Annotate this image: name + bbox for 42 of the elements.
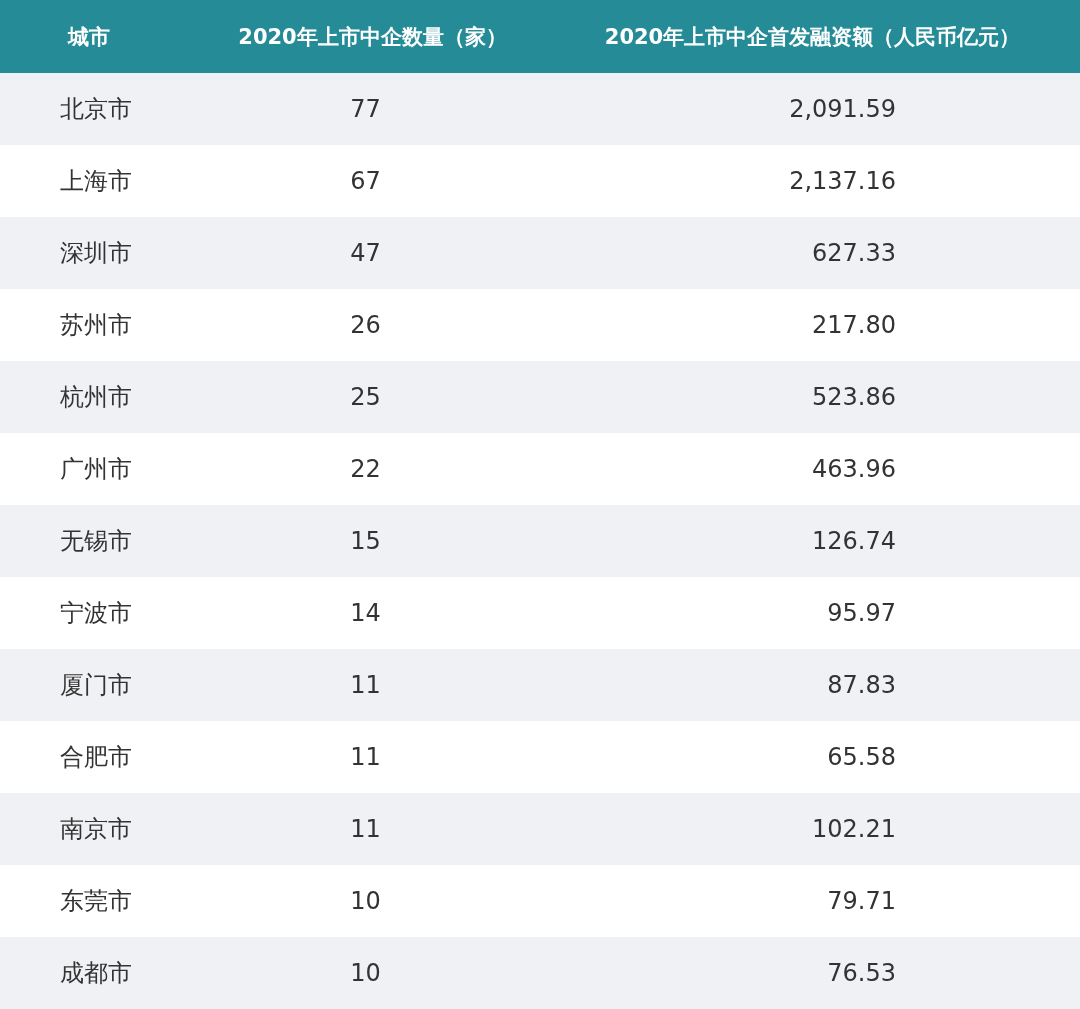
- city-cell-text: 北京市: [59, 94, 133, 125]
- count-cell-text: 14: [349, 599, 382, 627]
- amount-cell-text: 217.80: [811, 311, 897, 339]
- amount-cell-text: 102.21: [811, 815, 897, 843]
- amount-cell-text: 76.53: [826, 959, 897, 987]
- count-cell-text: 47: [349, 239, 382, 267]
- city-cell-text: 厦门市: [59, 670, 133, 701]
- city-cell-text: 成都市: [59, 958, 133, 989]
- city-cell-text: 无锡市: [59, 526, 133, 557]
- count-cell-text: 11: [349, 743, 382, 771]
- count-cell-text: 11: [349, 815, 382, 843]
- city-cell-text: 宁波市: [59, 598, 133, 629]
- count-cell-text: 15: [349, 527, 382, 555]
- amount-cell-text: 463.96: [811, 455, 897, 483]
- count-cell-text: 77: [349, 95, 382, 123]
- city-cell-text: 上海市: [59, 166, 133, 197]
- count-cell-text: 22: [349, 455, 382, 483]
- count-cell-text: 67: [349, 167, 382, 195]
- count-cell-text: 10: [349, 887, 382, 915]
- amount-cell-text: 87.83: [826, 671, 897, 699]
- city-cell-text: 深圳市: [59, 238, 133, 269]
- column-header: 2020年上市中企首发融资额（人民币亿元）: [603, 23, 1022, 51]
- count-cell-text: 10: [349, 959, 382, 987]
- city-cell-text: 南京市: [59, 814, 133, 845]
- city-cell-text: 东莞市: [59, 886, 133, 917]
- amount-cell-text: 95.97: [826, 599, 897, 627]
- count-cell-text: 25: [349, 383, 382, 411]
- amount-cell-text: 126.74: [811, 527, 897, 555]
- count-cell-text: 11: [349, 671, 382, 699]
- amount-cell-text: 627.33: [811, 239, 897, 267]
- amount-cell-text: 65.58: [826, 743, 897, 771]
- amount-cell-text: 79.71: [826, 887, 897, 915]
- amount-cell-text: 2,091.59: [788, 95, 897, 123]
- amount-cell-text: 2,137.16: [788, 167, 897, 195]
- column-header: 城市: [66, 23, 111, 51]
- count-cell-text: 26: [349, 311, 382, 339]
- city-cell-text: 杭州市: [59, 382, 133, 413]
- city-cell-text: 合肥市: [59, 742, 133, 773]
- column-header: 2020年上市中企数量（家）: [237, 23, 508, 51]
- city-cell-text: 苏州市: [59, 310, 133, 341]
- city-cell-text: 广州市: [59, 454, 133, 485]
- amount-cell-text: 523.86: [811, 383, 897, 411]
